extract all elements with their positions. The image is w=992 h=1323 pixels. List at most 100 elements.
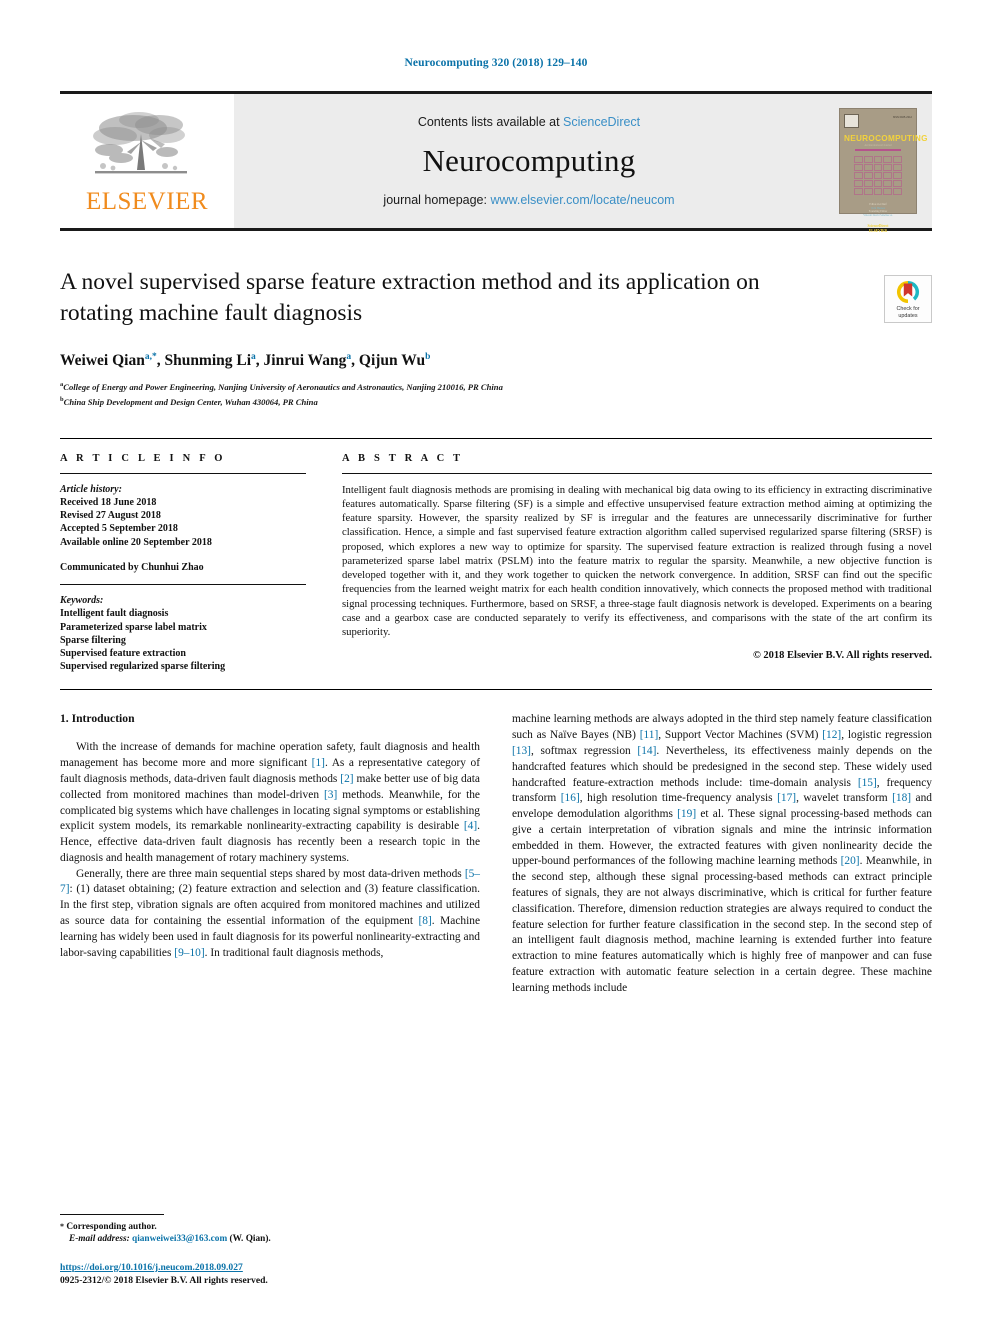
homepage-prefix: journal homepage: <box>383 193 487 207</box>
author-list: Weiwei Qiana,*, Shunming Lia, Jinrui Wan… <box>60 352 431 370</box>
corresponding-label: Corresponding author. <box>66 1221 157 1232</box>
running-head: Neurocomputing 320 (2018) 129–140 <box>404 57 588 69</box>
paper-page: Neurocomputing 320 (2018) 129–140 ELSEVI… <box>0 0 992 1323</box>
cover-title: NEUROCOMPUTING <box>844 134 928 143</box>
citation-link[interactable]: [15] <box>858 777 877 789</box>
info-abstract-section: A R T I C L E I N F O Article history: R… <box>60 437 932 673</box>
keyword-item: Sparse filtering <box>60 634 126 646</box>
abstract-heading: A B S T R A C T <box>342 452 464 464</box>
keyword-item: Parameterized sparse label matrix <box>60 621 207 633</box>
affiliation-text: College of Energy and Power Engineering,… <box>63 382 503 393</box>
crossmark-icon <box>896 280 920 304</box>
citation-link[interactable]: [17] <box>777 792 796 804</box>
crossmark-label: Check for updates <box>896 306 919 319</box>
page-title: A novel supervised sparse feature extrac… <box>60 269 760 326</box>
citation-link[interactable]: [19] <box>677 808 696 820</box>
affiliation-item: aCollege of Energy and Power Engineering… <box>60 379 932 393</box>
cover-editor-block: Editor-in-Chief Tom Heskes Founding Edit… <box>844 203 912 217</box>
corresponding-marker: * <box>60 1221 64 1231</box>
divider <box>60 472 306 474</box>
elsevier-wordmark: ELSEVIER <box>85 188 209 215</box>
citation-link[interactable]: [16] <box>561 792 580 804</box>
cover-rule <box>855 149 901 151</box>
citation-link[interactable]: [11] <box>640 729 659 741</box>
body-column-left: 1. Introduction With the increase of dem… <box>60 712 480 996</box>
citation-link[interactable]: [4] <box>464 820 477 832</box>
journal-masthead: ELSEVIER Contents lists available at Sci… <box>60 91 932 233</box>
body-divider <box>60 689 932 691</box>
paragraph: With the increase of demands for machine… <box>60 741 480 864</box>
citation-link[interactable]: [2] <box>340 773 353 785</box>
article-history-block: Article history: Received 18 June 2018 R… <box>60 483 306 574</box>
article-info-heading: A R T I C L E I N F O <box>60 452 226 464</box>
cover-publisher-brand: ELSEVIER <box>868 229 888 234</box>
page-footnote: * Corresponding author. E-mail address: … <box>60 1213 490 1287</box>
citation-link[interactable]: [20] <box>841 855 860 867</box>
keyword-item: Intelligent fault diagnosis <box>60 608 169 620</box>
keyword-item: Supervised regularized sparse filtering <box>60 661 226 673</box>
citation-link[interactable]: [5–7] <box>60 868 480 896</box>
email-link[interactable]: qianweiwei33@163.com <box>132 1234 227 1244</box>
cover-publisher-block: ScienceDirect ELSEVIER <box>844 224 912 234</box>
article-history-label: Article history: <box>60 483 122 495</box>
crossmark-badge[interactable]: Check for updates <box>884 275 932 323</box>
footnote-rule <box>60 1213 164 1215</box>
cover-publisher-mark <box>844 114 859 128</box>
abstract-copyright: © 2018 Elsevier B.V. All rights reserved… <box>752 650 932 662</box>
history-item: Received 18 June 2018 <box>60 497 157 509</box>
cover-grid-graphic <box>854 156 902 195</box>
affiliation-list: aCollege of Energy and Power Engineering… <box>60 379 932 408</box>
citation-link[interactable]: [8] <box>419 915 432 927</box>
elsevier-tree-icon <box>93 112 187 174</box>
keyword-item: Supervised feature extraction <box>60 647 186 659</box>
history-item: Available online 20 September 2018 <box>60 536 212 548</box>
section-heading-introduction: 1. Introduction <box>60 712 135 726</box>
citation-link[interactable]: [9–10] <box>174 947 204 959</box>
abstract-column: A B S T R A C T Intelligent fault diagno… <box>342 439 932 673</box>
author-affil-marker: a <box>251 352 256 362</box>
author-name: Qijun Wu <box>358 352 426 370</box>
author-affil-marker: b <box>425 352 431 362</box>
issn-copyright: 0925-2312/© 2018 Elsevier B.V. All right… <box>60 1275 268 1286</box>
corresponding-author-line: * Corresponding author. <box>60 1221 490 1234</box>
divider <box>342 472 932 474</box>
doi-link[interactable]: https://doi.org/10.1016/j.neucom.2018.09… <box>60 1261 490 1274</box>
divider <box>60 584 306 586</box>
article-info-column: A R T I C L E I N F O Article history: R… <box>60 439 306 673</box>
crossmark-label-line1: Check for <box>896 306 920 312</box>
citation-link[interactable]: [18] <box>892 792 911 804</box>
contents-prefix: Contents lists available at <box>417 115 560 129</box>
paragraph: Generally, there are three main sequenti… <box>60 867 480 959</box>
author-name: Jinrui Wang <box>263 352 347 370</box>
sciencedirect-link[interactable]: ScienceDirect <box>563 115 640 129</box>
crossmark-label-line2: updates <box>898 312 918 319</box>
author-affil-marker: a,* <box>144 352 157 362</box>
title-block: Check for updates A novel supervised spa… <box>60 267 932 408</box>
publisher-logo: ELSEVIER <box>60 94 234 228</box>
contents-available-line: Contents lists available at ScienceDirec… <box>418 115 640 129</box>
masthead-cover-area: ISSN 0925-2312 NEUROCOMPUTING An Interna… <box>824 94 932 233</box>
citation-link[interactable]: [12] <box>822 729 841 741</box>
citation-link[interactable]: [14] <box>637 745 656 757</box>
citation-link[interactable]: [1] <box>312 757 325 769</box>
author-affil-marker: a <box>346 352 352 362</box>
body-columns: 1. Introduction With the increase of dem… <box>60 712 932 996</box>
cover-subtitle: An International Journal <box>864 144 892 147</box>
email-label: E-mail address: <box>69 1234 130 1245</box>
masthead-center: Contents lists available at ScienceDirec… <box>234 94 824 228</box>
journal-homepage-line: journal homepage: www.elsevier.com/locat… <box>383 193 674 207</box>
abstract-text: Intelligent fault diagnosis methods are … <box>342 483 932 638</box>
cover-issn: ISSN 0925-2312 <box>892 116 912 119</box>
history-item: Accepted 5 September 2018 <box>60 523 178 535</box>
history-item: Revised 27 August 2018 <box>60 510 161 522</box>
citation-link[interactable]: [3] <box>324 789 337 801</box>
keywords-label: Keywords: <box>60 595 104 607</box>
doi-block: https://doi.org/10.1016/j.neucom.2018.09… <box>60 1261 490 1287</box>
communicated-by: Communicated by Chunhui Zhao <box>60 561 204 573</box>
journal-homepage-link[interactable]: www.elsevier.com/locate/neucom <box>490 193 674 207</box>
citation-link[interactable]: [13] <box>512 745 531 757</box>
affiliation-item: bChina Ship Development and Design Cente… <box>60 394 932 408</box>
affiliation-text: China Ship Development and Design Center… <box>63 396 318 407</box>
keywords-block: Keywords: Intelligent fault diagnosis Pa… <box>60 594 306 673</box>
body-column-right: machine learning methods are always adop… <box>512 712 932 996</box>
